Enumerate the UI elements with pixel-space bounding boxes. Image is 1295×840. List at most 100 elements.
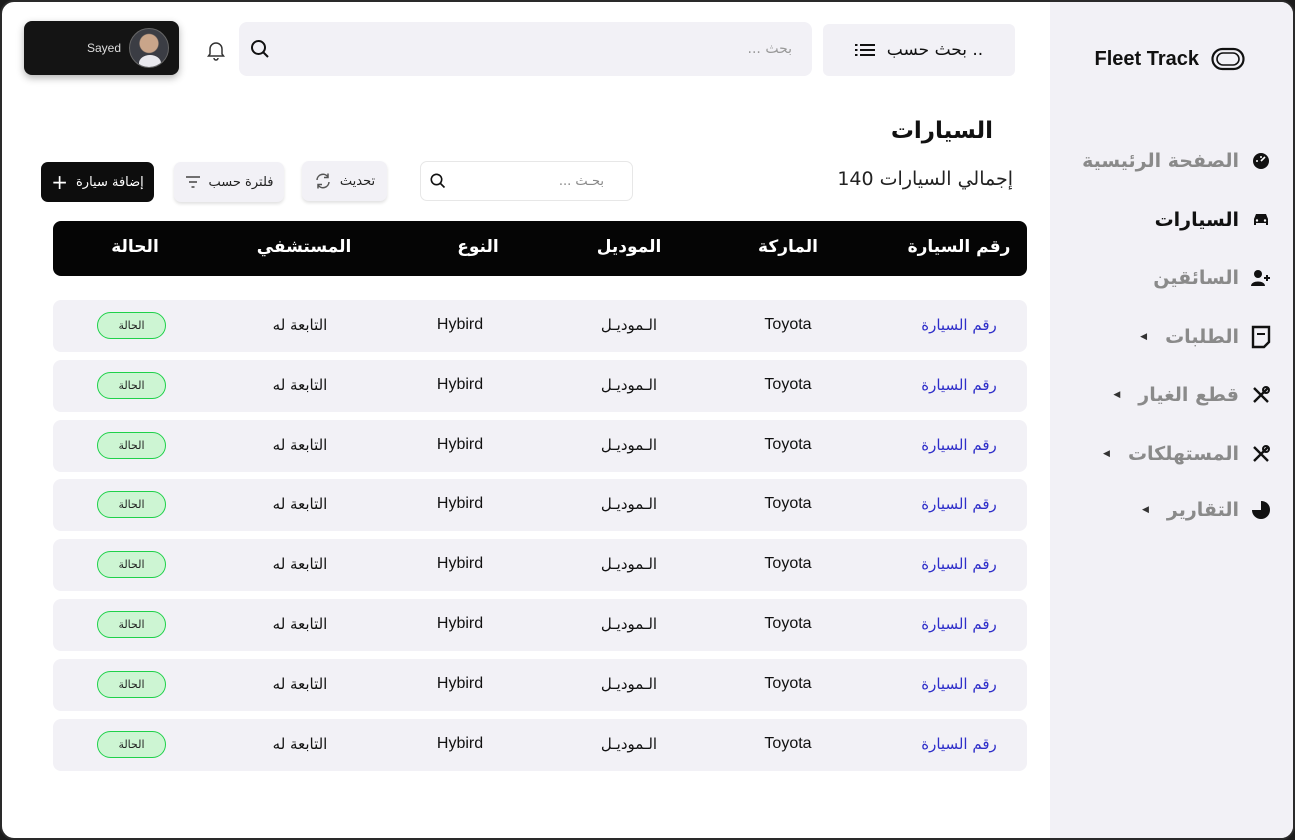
sidebar-item-reports[interactable]: التقارير ◀ — [1063, 492, 1273, 528]
cell-model: الـموديـل — [600, 495, 658, 514]
column-header-hospital[interactable]: المستشفي — [257, 237, 352, 257]
filter-button[interactable]: فلترة حسب — [174, 162, 284, 202]
cell-brand: Toyota — [764, 435, 812, 453]
cell-hospital: التابعة له — [272, 555, 328, 574]
sidebar-item-label: السيارات — [1154, 209, 1239, 231]
sidebar-item-label: السائقين — [1153, 267, 1239, 289]
cell-type: Hybird — [436, 495, 484, 513]
table-header: رقم السيارة الماركة الموديل النوع المستش… — [53, 221, 1027, 276]
sidebar-item-label: التقارير — [1166, 499, 1239, 521]
total-cars: إجمالي السيارات 140 — [837, 168, 1013, 190]
cell-car-number[interactable]: رقم السيارة — [921, 735, 996, 753]
notification-bell-icon[interactable] — [205, 39, 227, 61]
add-car-button[interactable]: + إضافة سيارة — [41, 162, 154, 202]
table-row[interactable]: رقم السيارة Toyota الـموديـل Hybird التابعة … — [53, 539, 1027, 592]
list-icon — [854, 44, 875, 56]
column-header-type[interactable]: النوع — [457, 237, 498, 257]
cell-car-number[interactable]: رقم السيارة — [921, 555, 996, 573]
sidebar-item-label: المستهلكات — [1127, 443, 1239, 465]
table-row[interactable]: رقم السيارة Toyota الـموديـل Hybird التابعة … — [53, 300, 1027, 352]
search-icon[interactable] — [249, 38, 271, 60]
add-user-icon — [1249, 266, 1273, 290]
refresh-label: تحديث — [339, 173, 376, 189]
cell-car-number[interactable]: رقم السيارة — [921, 436, 996, 454]
user-profile-card[interactable]: Sayed — [24, 21, 179, 75]
pie-chart-icon — [1249, 498, 1273, 522]
search-by-button[interactable]: بحث حسب .. — [823, 24, 1015, 76]
sidebar-item-cars[interactable]: السيارات — [1063, 202, 1273, 238]
column-header-status[interactable]: الحالة — [111, 237, 159, 257]
tools-icon — [1249, 383, 1273, 407]
caret-left-icon: ◀ — [1140, 332, 1148, 342]
cell-brand: Toyota — [764, 674, 812, 692]
status-badge: الحالة — [97, 611, 166, 638]
caret-left-icon: ◀ — [1141, 505, 1149, 515]
cell-brand: Toyota — [764, 375, 812, 393]
total-cars-label: إجمالي السيارات — [879, 168, 1013, 190]
search-icon[interactable] — [429, 172, 447, 190]
cell-car-number[interactable]: رقم السيارة — [921, 675, 996, 693]
sidebar: Fleet Track الصفحة الرئيسية السيارات الس… — [1050, 2, 1293, 838]
cell-type: Hybird — [436, 615, 484, 632]
list-search-box — [420, 161, 633, 201]
list-search-input[interactable] — [454, 170, 604, 192]
table-row[interactable]: رقم السيارة Toyota الـموديـل Hybird التابعة … — [53, 479, 1027, 532]
status-badge: الحالة — [97, 730, 166, 758]
column-header-model[interactable]: الموديل — [597, 237, 662, 257]
table-row[interactable]: رقم السيارة Toyota الـموديـل Hybird التابعة … — [53, 599, 1027, 651]
top-search-bar — [239, 22, 812, 76]
app-window: Fleet Track الصفحة الرئيسية السيارات الس… — [0, 0, 1295, 840]
refresh-icon — [316, 173, 330, 189]
table-row[interactable]: رقم السيارة Toyota الـموديـل Hybird التابعة … — [53, 359, 1027, 412]
sidebar-item-drivers[interactable]: السائقين — [1063, 260, 1273, 296]
filter-label: فلترة حسب — [208, 174, 274, 190]
cell-model: الـموديـل — [600, 375, 658, 394]
table-row[interactable]: رقم السيارة Toyota الـموديـل Hybird التابعة … — [53, 718, 1027, 771]
status-badge: الحالة — [97, 312, 166, 339]
cell-type: Hybird — [436, 674, 484, 692]
cell-model: الـموديـل — [600, 674, 658, 693]
cell-model: الـموديـل — [600, 435, 658, 454]
plus-icon: + — [51, 170, 68, 194]
logo-icon — [1211, 47, 1245, 71]
cell-type: Hybird — [436, 435, 484, 453]
sidebar-item-consumables[interactable]: المستهلكات ◀ — [1063, 436, 1273, 472]
caret-left-icon: ◀ — [1113, 390, 1121, 400]
cell-car-number[interactable]: رقم السيارة — [921, 376, 996, 394]
cell-type: Hybird — [436, 734, 484, 752]
sidebar-item-home[interactable]: الصفحة الرئيسية — [1063, 143, 1273, 179]
cell-hospital: التابعة له — [272, 435, 328, 454]
avatar — [129, 28, 169, 68]
app-name: Fleet Track — [1094, 47, 1199, 70]
search-by-label: بحث حسب .. — [886, 40, 984, 60]
cell-car-number[interactable]: رقم السيارة — [921, 316, 996, 334]
table-row[interactable]: رقم السيارة Toyota الـموديـل Hybird التابعة … — [53, 658, 1027, 711]
top-search-input[interactable] — [312, 34, 792, 64]
sidebar-item-label: قطع الغيار — [1138, 384, 1239, 406]
cell-car-number[interactable]: رقم السيارة — [921, 615, 996, 633]
column-header-brand[interactable]: الماركة — [758, 237, 818, 257]
cell-type: Hybird — [436, 316, 484, 333]
cell-hospital: التابعة له — [272, 316, 328, 334]
sidebar-item-label: الطلبات — [1165, 326, 1239, 348]
sidebar-item-spare-parts[interactable]: قطع الغيار ◀ — [1063, 377, 1273, 413]
filter-icon — [185, 176, 200, 188]
refresh-button[interactable]: تحديث — [302, 161, 387, 201]
cell-hospital: التابعة له — [272, 375, 328, 394]
cell-hospital: التابعة له — [272, 615, 328, 633]
tools-icon — [1249, 442, 1273, 466]
cell-brand: Toyota — [764, 495, 812, 513]
sidebar-item-orders[interactable]: الطلبات ◀ — [1063, 319, 1273, 355]
cell-hospital: التابعة له — [272, 734, 328, 753]
cell-model: الـموديـل — [600, 615, 658, 633]
table-row[interactable]: رقم السيارة Toyota الـموديـل Hybird التابعة … — [53, 419, 1027, 472]
total-cars-count: 140 — [837, 168, 874, 190]
caret-left-icon: ◀ — [1103, 449, 1110, 459]
logo[interactable]: Fleet Track — [1094, 46, 1245, 72]
cell-car-number[interactable]: رقم السيارة — [921, 495, 996, 513]
cell-brand: Toyota — [764, 555, 812, 573]
note-icon — [1249, 325, 1273, 349]
cell-model: الـموديـل — [600, 734, 658, 753]
column-header-car-number[interactable]: رقم السيارة — [908, 237, 1011, 257]
cell-brand: Toyota — [764, 316, 812, 333]
